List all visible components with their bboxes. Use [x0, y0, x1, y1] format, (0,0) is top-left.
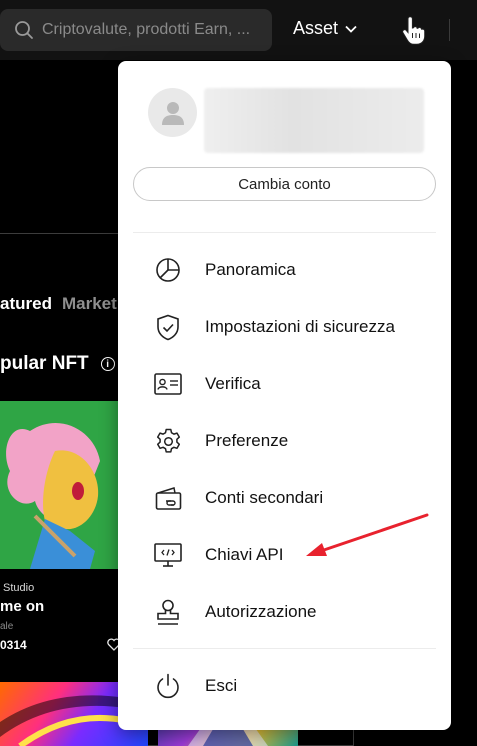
menu-item-overview[interactable]: Panoramica [154, 250, 434, 290]
asset-menu[interactable]: Asset [293, 18, 357, 39]
shield-icon [154, 313, 182, 341]
account-info-blurred [204, 88, 424, 153]
id-card-icon [154, 370, 182, 398]
divider [133, 232, 436, 233]
switch-account-button[interactable]: Cambia conto [133, 167, 436, 201]
logout-label: Esci [205, 676, 238, 695]
tab-market[interactable]: Market [62, 294, 117, 313]
user-icon [161, 101, 184, 125]
nft-title: me on [0, 598, 45, 615]
pie-chart-icon [154, 256, 182, 284]
nft-studio: Studio [3, 582, 35, 594]
menu-item-authorization[interactable]: Autorizzazione [154, 592, 434, 632]
menu-item-label: Panoramica [205, 260, 296, 279]
menu-item-security-settings[interactable]: Impostazioni di sicurezza [154, 307, 434, 347]
menu-item-label: Chiavi API [205, 545, 284, 564]
nft-sale-label: ale [0, 621, 14, 632]
tab-featured[interactable]: atured [0, 294, 52, 313]
hand-pointer-cursor-icon[interactable] [399, 16, 425, 46]
topbar-divider [449, 19, 450, 41]
menu-item-preferences[interactable]: Preferenze [154, 421, 434, 461]
sub-accounts-icon [154, 484, 182, 512]
menu-item-verification[interactable]: Verifica [154, 364, 434, 404]
divider [133, 648, 436, 649]
avatar[interactable] [148, 88, 197, 137]
info-icon[interactable]: i [100, 357, 115, 371]
nft-artwork-image [0, 401, 120, 569]
popular-nft-heading: pular NFT i [0, 353, 115, 375]
annotation-arrow-icon [306, 513, 429, 556]
nft-price: 0314 [0, 638, 27, 652]
power-icon [154, 672, 182, 700]
search-box[interactable] [0, 9, 272, 51]
nft-thumbnail[interactable] [0, 401, 120, 569]
gear-icon [154, 427, 182, 455]
chevron-down-icon [345, 25, 357, 33]
section-title: pular NFT [0, 353, 89, 374]
menu-item-label: Verifica [205, 374, 261, 393]
menu-item-label: Preferenze [205, 431, 289, 450]
menu-item-label: Impostazioni di sicurezza [205, 317, 395, 336]
top-navigation-bar: Asset [0, 0, 477, 60]
menu-item-label: Autorizzazione [205, 602, 317, 621]
search-input[interactable] [42, 21, 262, 39]
page: Asset aturedMarket pular NFT i Stud [0, 0, 477, 746]
stamp-icon [154, 598, 182, 626]
account-dropdown-menu: Cambia conto Panoramica Impostazioni di … [118, 61, 451, 730]
nft-tabs: atured Market [0, 294, 117, 314]
asset-menu-label: Asset [293, 18, 339, 38]
menu-item-label: Conti secondari [205, 488, 324, 507]
search-icon [15, 21, 33, 39]
api-monitor-icon [154, 541, 182, 569]
logout-button[interactable]: Esci [154, 666, 434, 706]
